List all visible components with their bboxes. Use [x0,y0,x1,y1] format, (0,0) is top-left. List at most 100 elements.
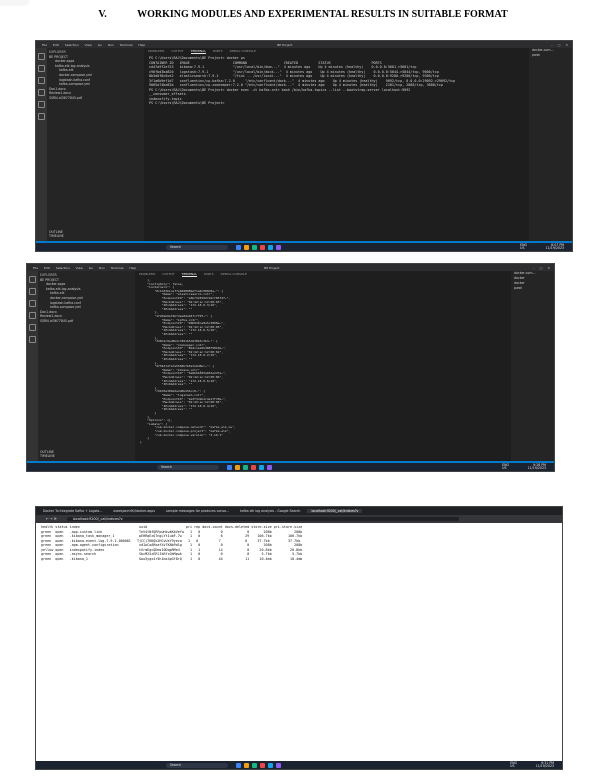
indices-row: green open .kibana_1 Gwu5ygx4r5h1mx4pGf8… [41,556,303,561]
tray-lang[interactable]: ENG US [502,463,509,471]
app-icon[interactable] [260,244,265,250]
app-icon[interactable] [252,762,257,768]
menu-item[interactable]: Edit [53,43,59,47]
panel-tab[interactable]: TERMINAL [190,49,206,54]
panel-tab[interactable]: DEBUG CONSOLE [221,272,247,276]
screenshot-elasticsearch-indices: Docker To Integrate Kafka + Logsta... ose… [35,506,563,770]
screenshot-docker-network-inspect: File Edit Selection View Go Run Terminal Help B… [26,263,555,472]
menu-item[interactable]: Terminal [111,266,124,270]
panel-tab[interactable]: PORTS [213,49,223,53]
browser-tab[interactable]: localhost:9200/_cat/indices?v [307,509,363,513]
app-icon[interactable] [244,762,249,768]
taskbar-search[interactable]: Search [166,244,228,250]
terminal-output[interactable]: PS C:\Users\RAJ\Documents\BE Project> do… [144,54,532,108]
app-icon[interactable] [276,762,281,768]
extensions-icon[interactable] [38,101,45,108]
header-mark [0,0,30,6]
panel-tab[interactable]: OUTPUT [171,49,183,53]
timeline-section[interactable]: TIMELINE [49,234,64,239]
browser-tab[interactable]: oseesjonm90/docker-apps [109,509,159,513]
panel-tab[interactable]: DEBUG CONSOLE [230,49,256,53]
window-controls: – □ ✕ [551,42,568,47]
extensions-icon[interactable] [29,324,36,331]
tree-item[interactable]: SSRN-id3677845.pdf [40,319,137,324]
tray-lang[interactable]: ENG US [520,243,527,251]
app-icon[interactable] [259,464,264,470]
browser-tab[interactable]: kafka elk log analysis - Google Search [236,509,305,513]
tree-item[interactable]: SSRN-id3677845.pdf [49,96,146,101]
app-icon[interactable] [243,464,248,470]
taskbar-clock: 9:26 PM 11/19/2023 [528,463,546,471]
source-control-icon[interactable] [29,300,36,307]
taskbar-search[interactable]: Search [166,762,228,768]
menu-item[interactable]: Edit [44,266,50,270]
menu-item[interactable]: Help [129,266,136,270]
menu-item[interactable]: View [76,266,83,270]
menu-item[interactable]: Selection [65,43,79,47]
app-icon[interactable] [268,244,273,250]
menu-item[interactable]: Run [108,43,114,47]
menu-item[interactable]: Terminal [120,43,133,47]
section-numeral: V. [98,9,107,20]
panel-tab[interactable]: OUTPUT [162,272,174,276]
search-icon[interactable] [29,288,36,295]
menu-item[interactable]: Run [99,266,105,270]
terminal-panel: PROBLEMS OUTPUT TERMINAL PORTS DEBUG CONSOLE… [135,271,514,461]
tray-lang[interactable]: ENG US [510,761,517,769]
menu-item[interactable]: Selection [56,266,70,270]
section-heading: WORKING MODULES AND EXPERIMENTAL RESULTS… [137,9,508,20]
docker-icon[interactable] [29,336,36,343]
menu-item[interactable]: Go [98,43,102,47]
terminal-instance[interactable]: pwsh [514,286,554,291]
app-icon[interactable] [244,244,249,250]
app-icon[interactable] [276,244,281,250]
panel-tab[interactable]: PROBLEMS [148,49,164,53]
app-icon[interactable] [227,464,232,470]
timeline-section[interactable]: TIMELINE [40,454,55,459]
browser-tab[interactable]: sample messages for produces conso... [162,509,233,513]
docker-icon[interactable] [38,113,45,120]
search-icon[interactable] [38,65,45,72]
app-icon[interactable] [235,464,240,470]
source-control-icon[interactable] [38,77,45,84]
app-icon[interactable] [251,464,256,470]
taskbar-clock: 6:07 PM 11/19/2023 [546,243,564,251]
menu-item[interactable]: Help [138,43,145,47]
files-icon[interactable] [29,276,36,283]
menu-item[interactable]: Go [89,266,93,270]
app-icon[interactable] [236,762,241,768]
app-icon[interactable] [252,244,257,250]
section-title: V. WORKING MODULES AND EXPERIMENTAL RESU… [0,9,606,20]
app-icon[interactable] [267,464,272,470]
run-debug-icon[interactable] [38,89,45,96]
panel-tab[interactable]: PROBLEMS [139,272,155,276]
terminal-panel: PROBLEMS OUTPUT TERMINAL PORTS DEBUG CONSOLE… [144,48,532,241]
run-debug-icon[interactable] [29,312,36,319]
taskbar-search[interactable]: Search [157,464,219,470]
page-content: health status index uuid pri rep docs.co… [36,523,562,759]
app-icon[interactable] [260,762,265,768]
app-icon[interactable] [268,762,273,768]
files-icon[interactable] [38,53,45,60]
panel-tab[interactable]: PORTS [204,272,214,276]
url-field[interactable]: localhost:9200/_cat/indices?v [66,517,459,521]
terminal-output[interactable]: }, "ConfigOnly": false, "Containers": { … [135,277,514,446]
menu-item[interactable]: View [85,43,92,47]
activity-bar [36,48,47,241]
indices-output: health status index uuid pri rep docs.co… [36,523,562,563]
panel-tab[interactable]: TERMINAL [181,272,197,277]
window-title: BE Project [264,265,280,270]
page-header: V. WORKING MODULES AND EXPERIMENTAL RESU… [0,0,606,20]
browser-tabs: Docker To Integrate Kafka + Logsta... ose… [36,507,562,515]
explorer-sidebar: EXPLORER BE PROJECT docker-apps kafka-elk… [38,271,137,461]
menu-item[interactable]: File [33,266,38,270]
nav-buttons[interactable]: ← → ⟳ [46,517,57,521]
explorer-bottom: OUTLINE TIMELINE [49,230,64,239]
terminal-instance[interactable]: pwsh [532,53,572,58]
menu-item[interactable]: File [42,43,47,47]
app-icon[interactable] [236,244,241,250]
menu-bar: File Edit Selection View Go Run Terminal Help [33,266,136,270]
windows-taskbar: Search ENG US 6:07 PM 11/19/2023 [36,243,572,251]
browser-tab[interactable]: Docker To Integrate Kafka + Logsta... [39,509,106,513]
windows-taskbar: Search ENG US 9:31 PM 11/19/2023 [36,761,562,769]
